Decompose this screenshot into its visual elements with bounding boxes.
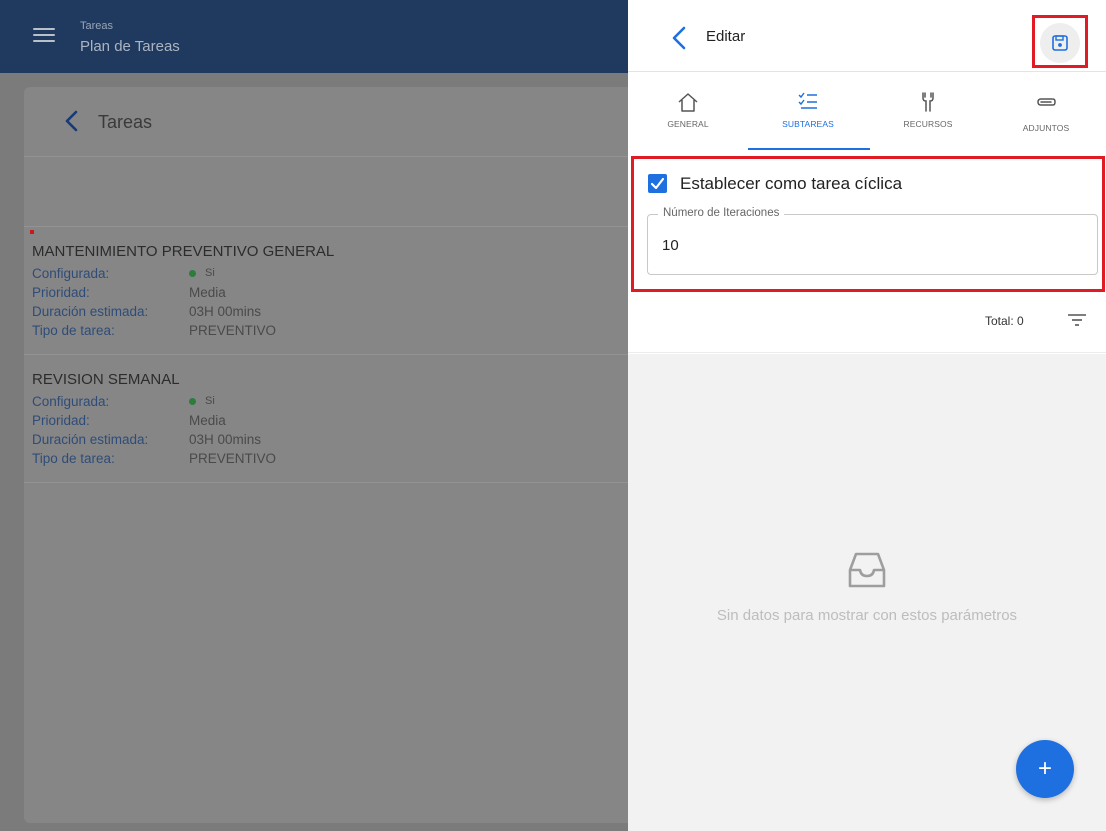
- tab-recursos[interactable]: RECURSOS: [868, 73, 988, 151]
- task-field-label: Duración estimada:: [32, 432, 149, 447]
- task-field-label: Configurada:: [32, 394, 110, 409]
- tab-general[interactable]: GENERAL: [628, 73, 748, 151]
- cyclic-task-highlight: Establecer como tarea cíclica Número de …: [631, 156, 1105, 292]
- app-title: Plan de Tareas: [80, 38, 180, 55]
- checklist-icon: [798, 92, 817, 109]
- task-field-value: Media: [189, 413, 226, 428]
- status-dot: [189, 397, 196, 405]
- task-list-area: Tareas MANTENIMIENTO PREVENTIVO GENERAL …: [0, 73, 644, 831]
- task-field-value: Media: [189, 285, 226, 300]
- empty-message: Sin datos para mostrar con estos parámet…: [716, 607, 1018, 624]
- save-highlight: [1032, 15, 1088, 68]
- list-title: Tareas: [98, 112, 153, 132]
- task-list-header: Tareas: [24, 87, 644, 157]
- active-tab-indicator: [748, 148, 870, 150]
- back-icon[interactable]: [670, 25, 688, 51]
- filter-icon[interactable]: [1066, 312, 1088, 328]
- app-header: Tareas Plan de Tareas: [0, 0, 628, 73]
- task-item[interactable]: MANTENIMIENTO PREVENTIVO GENERAL Configu…: [24, 227, 644, 355]
- task-field-label: Prioridad:: [32, 285, 90, 300]
- tab-label: SUBTAREAS: [782, 119, 834, 129]
- iterations-label: Número de Iteraciones: [658, 207, 785, 219]
- list-spacer: [24, 157, 644, 227]
- task-list-card: Tareas MANTENIMIENTO PREVENTIVO GENERAL …: [24, 87, 644, 823]
- back-icon[interactable]: [62, 109, 82, 133]
- tab-label: RECURSOS: [903, 119, 953, 129]
- task-field-value: PREVENTIVO: [189, 323, 277, 338]
- save-icon: [1052, 35, 1068, 51]
- menu-icon[interactable]: [33, 28, 55, 44]
- app-section: Tareas: [80, 20, 114, 32]
- tab-label: GENERAL: [667, 119, 709, 129]
- save-button[interactable]: [1040, 23, 1080, 63]
- task-field-value: PREVENTIVO: [189, 451, 277, 466]
- task-field-value: 03H 00mins: [189, 432, 262, 447]
- inbox-icon: [848, 552, 886, 588]
- tools-icon: [922, 92, 934, 112]
- iterations-field[interactable]: Número de Iteraciones: [647, 207, 1098, 275]
- task-name: REVISION SEMANAL: [32, 371, 180, 388]
- task-item[interactable]: REVISION SEMANAL Configurada: Si Priorida…: [24, 355, 644, 483]
- task-field-label: Tipo de tarea:: [32, 451, 115, 466]
- task-field-value: Si: [205, 395, 215, 407]
- task-name: MANTENIMIENTO PREVENTIVO GENERAL: [32, 243, 335, 260]
- total-count: Total: 0: [985, 314, 1024, 328]
- tab-bar: GENERAL SUBTAREAS RECURSOS ADJUNTOS: [628, 73, 1106, 153]
- subtask-toolbar: Total: 0: [628, 297, 1106, 353]
- panel-header: Editar: [628, 0, 1106, 72]
- panel-title: Editar: [706, 28, 746, 45]
- paperclip-icon: [1037, 98, 1056, 106]
- add-subtask-button[interactable]: +: [1016, 740, 1074, 798]
- task-field-value: Si: [205, 267, 215, 279]
- status-dot: [189, 269, 196, 277]
- cyclic-label[interactable]: Establecer como tarea cíclica: [680, 174, 902, 194]
- cyclic-checkbox[interactable]: [648, 174, 667, 193]
- checkmark-icon: [650, 177, 665, 190]
- tab-subtareas[interactable]: SUBTAREAS: [748, 73, 868, 151]
- marker-dot: [30, 230, 34, 234]
- empty-state: Sin datos para mostrar con estos parámet…: [628, 354, 1106, 831]
- home-icon: [678, 93, 698, 112]
- task-field-label: Configurada:: [32, 266, 110, 281]
- edit-panel: Editar GENERAL SUBTAREAS RECURSOS ADJUNT…: [628, 0, 1106, 831]
- tab-adjuntos[interactable]: ADJUNTOS: [986, 73, 1106, 151]
- task-field-label: Duración estimada:: [32, 304, 149, 319]
- task-field-value: 03H 00mins: [189, 304, 262, 319]
- task-field-label: Tipo de tarea:: [32, 323, 115, 338]
- iterations-input[interactable]: [662, 237, 1082, 254]
- task-field-label: Prioridad:: [32, 413, 90, 428]
- tab-label: ADJUNTOS: [1022, 123, 1070, 133]
